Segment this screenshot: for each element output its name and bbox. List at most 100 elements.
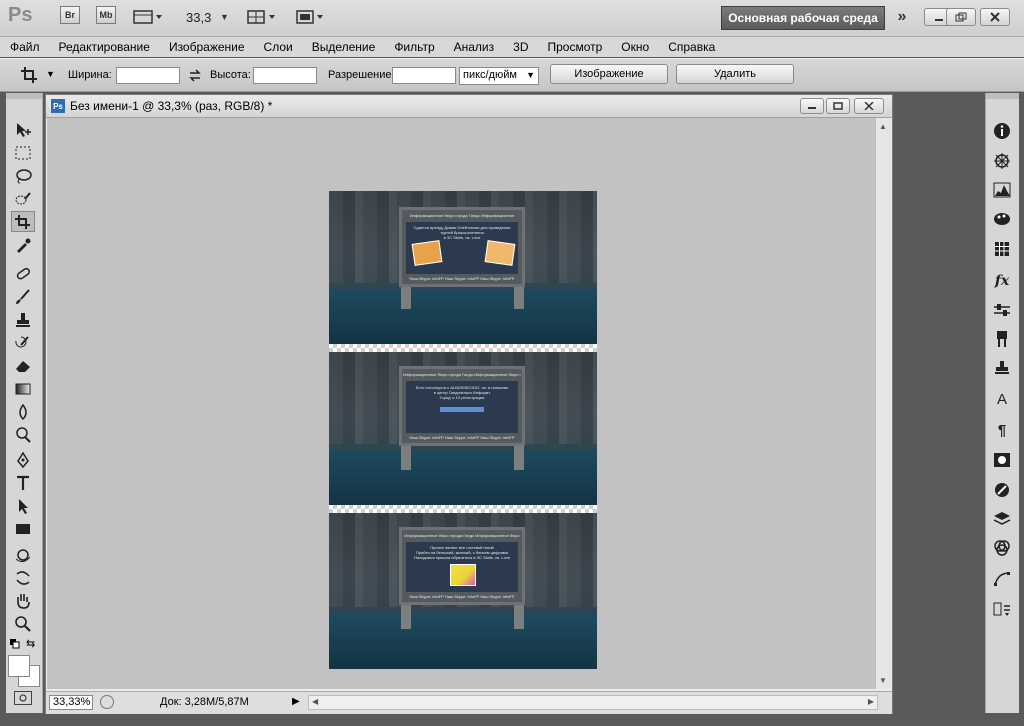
default-colors-icon[interactable] <box>10 638 20 649</box>
bridge-button[interactable]: Br <box>60 6 80 24</box>
menu-3d[interactable]: 3D <box>503 40 537 54</box>
document-maximize-button[interactable] <box>826 98 850 114</box>
lasso-tool-icon[interactable] <box>11 165 35 186</box>
menu-window[interactable]: Окно <box>611 40 658 54</box>
brush-tool-icon[interactable] <box>11 286 35 307</box>
mini-bridge-button[interactable]: Mb <box>96 6 116 24</box>
paragraph-panel-icon[interactable]: ¶ <box>992 420 1012 440</box>
paths-panel-icon[interactable] <box>992 569 1012 589</box>
scroll-down-icon[interactable]: ▼ <box>879 676 887 685</box>
photoshop-document-icon: Ps <box>51 99 65 113</box>
menu-filter[interactable]: Фильтр <box>384 40 443 54</box>
blur-tool-icon[interactable] <box>11 401 35 422</box>
menu-analysis[interactable]: Анализ <box>444 40 504 54</box>
swatches-panel-icon[interactable] <box>992 239 1012 259</box>
board-line-3: Находимся пришла обратиться в ЗС Stolle,… <box>413 555 511 560</box>
eraser-tool-icon[interactable] <box>11 355 35 376</box>
adjustments-panel-icon[interactable] <box>992 300 1012 320</box>
swap-colors-icon[interactable]: ⇆ <box>26 637 35 650</box>
arrange-documents-button[interactable] <box>244 6 280 28</box>
channels-panel-icon[interactable] <box>992 538 1012 558</box>
menu-help[interactable]: Справка <box>658 40 724 54</box>
view-extras-button[interactable] <box>130 6 166 28</box>
scroll-up-icon[interactable]: ▲ <box>879 122 887 131</box>
crop-tool-icon[interactable] <box>11 211 35 232</box>
menu-select[interactable]: Выделение <box>302 40 385 54</box>
layers-panel-icon[interactable] <box>992 509 1012 529</box>
image-panel-2: Информационное бюро города Гандо Информа… <box>329 352 597 505</box>
tool-presets-panel-icon[interactable] <box>992 450 1012 470</box>
document-image[interactable]: Информационное бюро города Гандо Информа… <box>329 191 597 669</box>
panel-grip[interactable] <box>6 93 42 99</box>
horizontal-scrollbar[interactable]: ◀ ▶ <box>308 695 878 710</box>
navigator-panel-icon[interactable] <box>992 151 1012 171</box>
document-close-button[interactable] <box>854 98 884 114</box>
dodge-tool-icon[interactable] <box>11 424 35 445</box>
menu-image[interactable]: Изображение <box>159 40 254 54</box>
move-tool-icon[interactable] <box>11 119 35 140</box>
pen-tool-icon[interactable] <box>11 449 35 470</box>
menu-view[interactable]: Просмотр <box>537 40 611 54</box>
color-panel-icon[interactable] <box>992 209 1012 229</box>
styles-panel-icon[interactable]: fx <box>992 271 1012 291</box>
resolution-input[interactable] <box>392 67 456 84</box>
clone-stamp-tool-icon[interactable] <box>11 309 35 330</box>
more-workspaces-icon[interactable]: » <box>892 6 912 28</box>
document-tab[interactable]: Ps Без имени-1 @ 33,3% (раз, RGB/8) * <box>46 95 892 118</box>
spot-healing-brush-tool-icon[interactable] <box>11 263 35 284</box>
brushes-panel-icon[interactable] <box>992 480 1012 500</box>
crop-icon <box>21 67 37 83</box>
swap-icon <box>189 69 201 82</box>
floor-texture <box>329 290 597 344</box>
character-panel-icon[interactable]: A <box>992 389 1012 409</box>
document-minimize-button[interactable] <box>800 98 824 114</box>
workspace-switcher-button[interactable]: Основная рабочая среда <box>721 6 885 30</box>
vertical-scrollbar[interactable]: ▲ ▼ <box>875 118 891 689</box>
restore-window-button[interactable] <box>946 8 976 26</box>
path-selection-tool-icon[interactable] <box>11 495 35 516</box>
quick-selection-tool-icon[interactable] <box>11 188 35 209</box>
hand-tool-icon[interactable] <box>11 590 35 611</box>
application-bar: Ps Br Mb 33,3 ▼ Основная рабочая среда » <box>0 0 1024 37</box>
3d-rotate-tool-icon[interactable] <box>11 544 35 565</box>
zoom-level[interactable]: 33,3 <box>186 6 211 28</box>
histogram-panel-icon[interactable] <box>992 180 1012 200</box>
status-info-icon[interactable] <box>100 695 114 709</box>
menu-edit[interactable]: Редактирование <box>49 40 159 54</box>
panel-dock-grip[interactable] <box>986 93 1019 99</box>
status-menu-arrow-icon[interactable]: ▶ <box>292 696 300 707</box>
crop-tool-preset-icon[interactable] <box>20 66 42 84</box>
width-input[interactable] <box>116 67 180 84</box>
history-brush-tool-icon[interactable] <box>11 332 35 353</box>
scroll-left-icon[interactable]: ◀ <box>312 697 318 706</box>
eyedropper-tool-icon[interactable] <box>11 234 35 255</box>
rectangle-tool-icon[interactable] <box>11 518 35 539</box>
screen-mode-button[interactable] <box>292 6 328 28</box>
info-panel-icon[interactable] <box>992 121 1012 141</box>
close-window-button[interactable] <box>980 8 1010 26</box>
clone-source-panel-icon[interactable] <box>992 358 1012 378</box>
gradient-tool-icon[interactable] <box>11 378 35 399</box>
zoom-tool-icon[interactable] <box>11 613 35 634</box>
menu-layers[interactable]: Слои <box>254 40 302 54</box>
history-panel-icon[interactable] <box>992 599 1012 619</box>
resolution-units-select[interactable]: пикс/дюйм ▼ <box>459 67 539 85</box>
zoom-dropdown-icon[interactable]: ▼ <box>220 6 229 28</box>
clear-button[interactable]: Удалить <box>676 64 794 84</box>
quick-mask-button[interactable] <box>14 691 32 705</box>
front-image-button[interactable]: Изображение <box>550 64 668 84</box>
masks-panel-icon[interactable] <box>992 329 1012 349</box>
3d-orbit-tool-icon[interactable] <box>11 567 35 588</box>
canvas-area[interactable]: Информационное бюро города Гандо Информа… <box>47 118 876 689</box>
menu-file[interactable]: Файл <box>0 40 49 54</box>
height-input[interactable] <box>253 67 317 84</box>
scroll-right-icon[interactable]: ▶ <box>868 697 874 706</box>
foreground-color-swatch[interactable] <box>8 655 30 677</box>
board-screen: Сдается аренду Домик Олейтсекан для пров… <box>406 222 518 274</box>
type-tool-icon[interactable] <box>11 472 35 493</box>
tool-preset-dropdown-icon[interactable]: ▼ <box>46 69 55 79</box>
zoom-field[interactable]: 33,33% <box>49 695 93 710</box>
swap-dimensions-icon[interactable] <box>188 68 202 85</box>
close-icon <box>990 12 1000 22</box>
rectangular-marquee-tool-icon[interactable] <box>11 142 35 163</box>
